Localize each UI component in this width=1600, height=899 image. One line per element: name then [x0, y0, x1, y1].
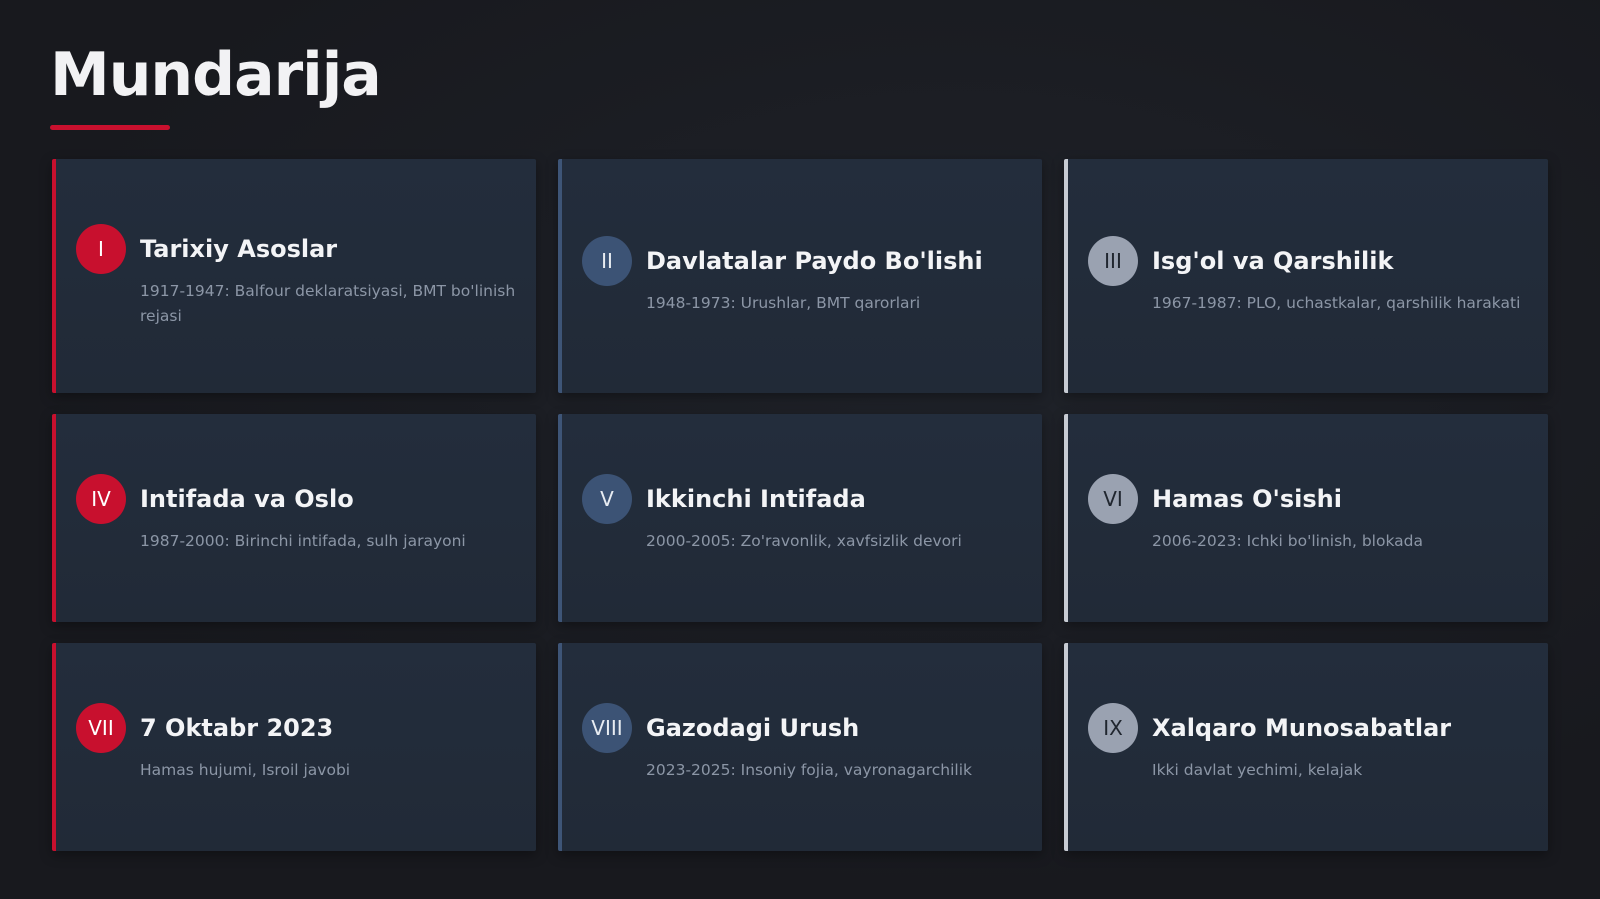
- section-number-badge: VI: [1088, 473, 1138, 524]
- section-number-badge: VIII: [582, 702, 632, 753]
- section-description: 1987-2000: Birinchi intifada, sulh jaray…: [140, 531, 466, 550]
- section-title: Isg'ol va Qarshilik: [1152, 247, 1394, 275]
- section-description: 2023-2025: Insoniy fojia, vayronagarchil…: [646, 760, 973, 779]
- title-underline: [50, 125, 170, 130]
- section-number-badge: I: [76, 224, 126, 274]
- section-title: Intifada va Oslo: [140, 484, 354, 513]
- section-card-9[interactable]: IX Xalqaro Munosabatlar Ikki davlat yech…: [1064, 643, 1548, 851]
- section-title: Davlatalar Paydo Bo'lishi: [646, 247, 983, 275]
- section-title: Xalqaro Munosabatlar: [1152, 713, 1452, 742]
- page-title: Mundarija: [50, 40, 382, 110]
- section-title: Gazodagi Urush: [646, 713, 860, 742]
- section-card-8[interactable]: VIII Gazodagi Urush 2023-2025: Insoniy f…: [558, 643, 1042, 851]
- section-description: 1917-1947: Balfour deklaratsiyasi, BMT b…: [140, 282, 516, 325]
- section-number-badge: III: [1088, 236, 1138, 286]
- section-card-4[interactable]: IV Intifada va Oslo 1987-2000: Birinchi …: [52, 414, 536, 622]
- section-card-2[interactable]: II Davlatalar Paydo Bo'lishi 1948-1973: …: [558, 159, 1042, 393]
- section-description: Ikki davlat yechimi, kelajak: [1152, 760, 1363, 779]
- section-description: 2000-2005: Zo'ravonlik, xavfsizlik devor…: [646, 531, 962, 550]
- section-description: 1948-1973: Urushlar, BMT qarorlari: [646, 294, 921, 312]
- section-number-badge: IX: [1088, 702, 1138, 753]
- section-title: Ikkinchi Intifada: [646, 484, 866, 513]
- slide: Mundarija I Tarixiy Asoslar 1917-1947: B…: [0, 0, 1600, 899]
- section-title: Hamas O'sishi: [1152, 484, 1342, 513]
- section-title: 7 Oktabr 2023: [140, 713, 334, 742]
- section-number-badge: IV: [76, 473, 126, 524]
- section-description: 2006-2023: Ichki bo'linish, blokada: [1152, 531, 1424, 550]
- section-number-badge: V: [582, 473, 632, 524]
- contents-grid: I Tarixiy Asoslar 1917-1947: Balfour dek…: [52, 159, 1548, 851]
- section-card-6[interactable]: VI Hamas O'sishi 2006-2023: Ichki bo'lin…: [1064, 414, 1548, 622]
- section-title: Tarixiy Asoslar: [140, 235, 338, 263]
- section-number-badge: II: [582, 236, 632, 286]
- section-description: 1967-1987: PLO, uchastkalar, qarshilik h…: [1152, 294, 1521, 312]
- section-card-1[interactable]: I Tarixiy Asoslar 1917-1947: Balfour dek…: [52, 159, 536, 393]
- section-card-7[interactable]: VII 7 Oktabr 2023 Hamas hujumi, Isroil j…: [52, 643, 536, 851]
- section-number-badge: VII: [76, 702, 126, 753]
- section-description: Hamas hujumi, Isroil javobi: [140, 760, 351, 779]
- section-card-5[interactable]: V Ikkinchi Intifada 2000-2005: Zo'ravonl…: [558, 414, 1042, 622]
- section-card-3[interactable]: III Isg'ol va Qarshilik 1967-1987: PLO, …: [1064, 159, 1548, 393]
